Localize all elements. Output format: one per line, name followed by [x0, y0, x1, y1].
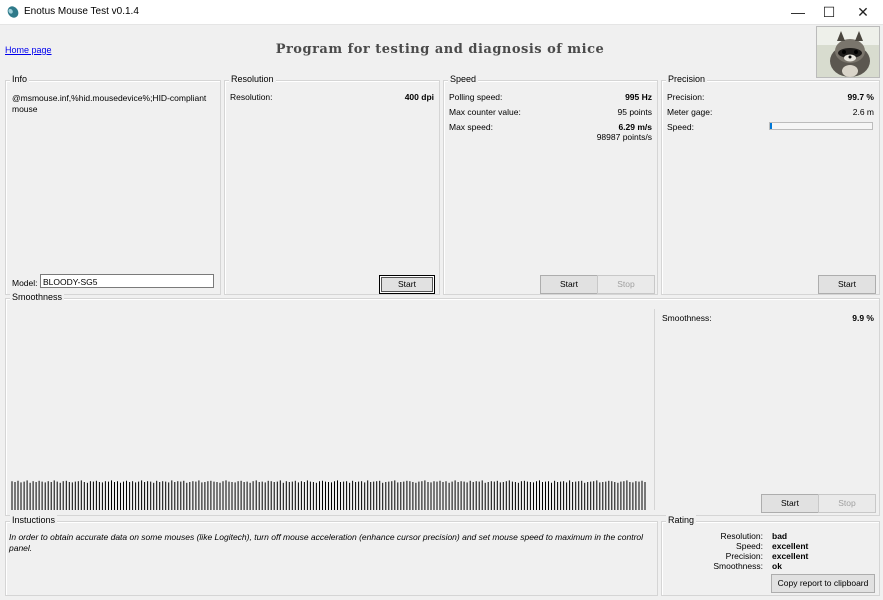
instructions-group: Instuctions In order to obtain accurate … — [5, 515, 658, 596]
resolution-group: Resolution Resolution: 400 dpi Start — [224, 74, 440, 295]
speed-group: Speed Polling speed: 995 Hz Max counter … — [443, 74, 658, 295]
minimize-button[interactable]: — — [781, 0, 815, 24]
smoothness-stop-button[interactable]: Stop — [818, 494, 876, 513]
precision-speed-progress — [769, 122, 873, 130]
window-title: Enotus Mouse Test v0.1.4 — [24, 6, 139, 17]
program-banner: Program for testing and diagnosis of mic… — [275, 42, 605, 57]
polling-speed-row: Polling speed: 995 Hz — [449, 92, 652, 104]
smoothness-graph — [8, 309, 655, 510]
smoothness-row: Smoothness: 9.9 % — [662, 313, 874, 325]
precision-group: Precision Precision: 99.7 % Meter gage: … — [661, 74, 880, 295]
rating-resolution-label: Resolution: — [720, 531, 763, 541]
rating-speed-value: excellent — [772, 541, 809, 551]
resolution-legend: Resolution — [229, 74, 276, 84]
precision-speed-label: Speed: — [667, 122, 694, 132]
rating-speed-label: Speed: — [736, 541, 763, 551]
rating-precision-label: Precision: — [725, 551, 763, 561]
speed-legend: Speed — [448, 74, 479, 84]
max-counter-row: Max counter value: 95 points — [449, 107, 652, 119]
polling-speed-value: 995 Hz — [625, 92, 652, 102]
meter-gage-row: Meter gage: 2.6 m — [667, 107, 874, 119]
smoothness-legend: Smoothness — [10, 292, 65, 302]
max-speed-value: 6.29 m/s — [618, 122, 652, 132]
smoothness-graph-svg — [11, 480, 646, 510]
max-speed-points: 98987 points/s — [596, 132, 652, 142]
model-label: Model: — [12, 278, 38, 288]
maximize-button[interactable]: ☐ — [812, 0, 846, 24]
meter-gage-label: Meter gage: — [667, 107, 713, 117]
info-group: Info @msmouse.inf,%hid.mousedevice%;HID-… — [5, 74, 221, 295]
precision-speed-fill — [770, 123, 773, 129]
precision-value: 99.7 % — [847, 92, 874, 102]
rating-resolution-row: Resolution: bad — [662, 531, 879, 541]
rating-smoothness-label: Smoothness: — [713, 561, 763, 571]
resolution-value: 400 dpi — [404, 92, 434, 102]
close-button[interactable]: ✕ — [846, 0, 880, 24]
max-speed-points-row: 98987 points/s — [449, 132, 652, 144]
max-speed-label: Max speed: — [449, 122, 493, 132]
home-page-link[interactable]: Home page — [5, 45, 52, 55]
instructions-text: In order to obtain accurate data on some… — [9, 532, 644, 553]
device-description: @msmouse.inf,%hid.mousedevice%;HID-compl… — [12, 93, 207, 114]
rating-smoothness-row: Smoothness: ok — [662, 561, 879, 571]
smoothness-label: Smoothness: — [662, 313, 712, 323]
speed-stop-button[interactable]: Stop — [597, 275, 655, 294]
title-bar: Enotus Mouse Test v0.1.4 — ☐ ✕ — [0, 0, 883, 25]
smoothness-value: 9.9 % — [852, 313, 874, 323]
rating-group: Rating Resolution: bad Speed: excellent … — [661, 515, 880, 596]
precision-legend: Precision — [666, 74, 708, 84]
rating-smoothness-value: ok — [772, 561, 782, 571]
precision-row: Precision: 99.7 % — [667, 92, 874, 104]
max-counter-label: Max counter value: — [449, 107, 521, 117]
rating-precision-value: excellent — [772, 551, 809, 561]
resolution-start-button[interactable]: Start — [379, 275, 435, 294]
precision-start-button[interactable]: Start — [818, 275, 876, 294]
rating-resolution-value: bad — [772, 531, 788, 541]
info-legend: Info — [10, 74, 30, 84]
max-counter-value: 95 points — [617, 107, 653, 117]
speed-start-button[interactable]: Start — [540, 275, 598, 294]
rating-precision-row: Precision: excellent — [662, 551, 879, 561]
rating-legend: Rating — [666, 515, 697, 525]
rating-speed-row: Speed: excellent — [662, 541, 879, 551]
precision-label: Precision: — [667, 92, 705, 102]
resolution-label: Resolution: — [230, 92, 273, 102]
instructions-legend: Instuctions — [10, 515, 58, 525]
model-field[interactable]: BLOODY-SG5 — [40, 274, 214, 288]
copy-report-button[interactable]: Copy report to clipboard — [771, 574, 875, 593]
resolution-row: Resolution: 400 dpi — [230, 92, 434, 104]
meter-gage-value: 2.6 m — [852, 107, 874, 117]
mouse-app-icon — [7, 6, 19, 18]
polling-speed-label: Polling speed: — [449, 92, 503, 102]
raccoon-image — [817, 27, 879, 77]
raccoon-photo — [816, 26, 880, 78]
smoothness-start-button[interactable]: Start — [761, 494, 819, 513]
